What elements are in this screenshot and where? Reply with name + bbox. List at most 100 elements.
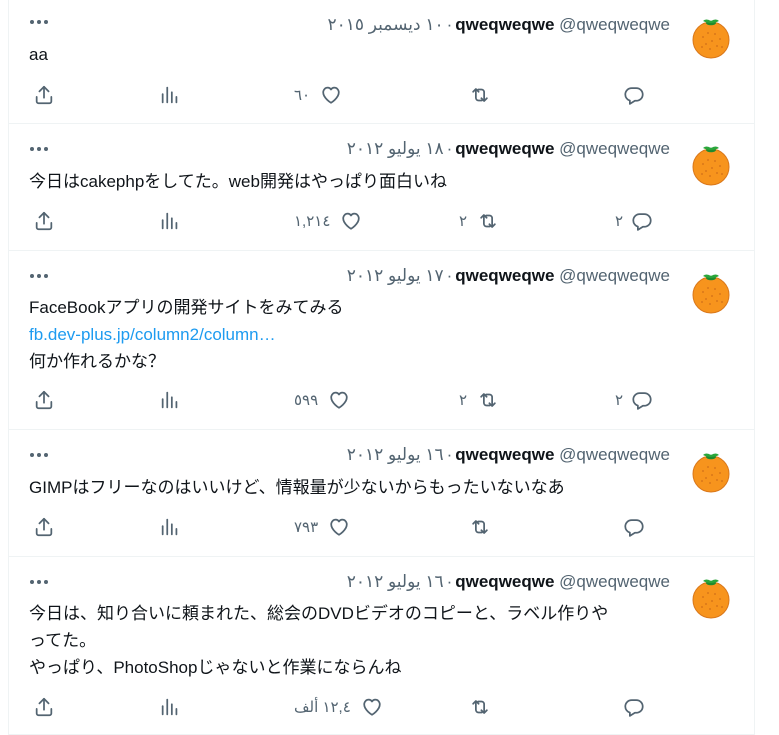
like-icon bbox=[361, 696, 383, 718]
author-handle[interactable]: @qweqweqwe bbox=[559, 15, 670, 34]
retweet-button[interactable] bbox=[459, 512, 491, 542]
tweet-card[interactable]: qweqweqwe @qweqweqwe ·١٨ يوليو ٢٠١٢ 今日はcak… bbox=[8, 124, 755, 251]
more-icon[interactable] bbox=[27, 445, 51, 465]
reply-button[interactable] bbox=[615, 692, 645, 722]
more-icon[interactable] bbox=[27, 12, 51, 32]
author-handle[interactable]: @qweqweqwe bbox=[559, 139, 670, 158]
author-handle[interactable]: @qweqweqwe bbox=[559, 266, 670, 285]
tweet-text: 今日はcakephpをしてた。web開発はやっぱり面白いね bbox=[29, 168, 670, 195]
reply-button[interactable]: ٢ bbox=[615, 385, 653, 415]
views-icon bbox=[159, 84, 181, 106]
tweet-actions: ٦٠ bbox=[9, 80, 754, 110]
tweet-card[interactable]: qweqweqwe @qweqweqwe·١٧ يوليو ٢٠١٢ FaceBo… bbox=[8, 251, 755, 430]
share-button[interactable] bbox=[33, 692, 55, 722]
retweet-button[interactable]: ٢ bbox=[459, 385, 499, 415]
tweet-text-line: 何か作れるかな？ bbox=[29, 352, 165, 371]
share-button[interactable] bbox=[33, 512, 55, 542]
share-icon bbox=[33, 389, 55, 411]
reply-icon bbox=[623, 696, 645, 718]
reply-icon bbox=[623, 516, 645, 538]
share-button[interactable] bbox=[33, 206, 55, 236]
tweet-text: GIMPはフリーなのはいいけど、情報量が少ないからもったいないなあ bbox=[29, 474, 670, 501]
tweet-card[interactable]: qweqweqwe @qweqweqwe ·١٠ ديسمبر ٢٠١٥ aa ٦٠ bbox=[8, 0, 755, 124]
tweet-text: FaceBookアプリの開発サイトをみてみる fb.dev-plus.jp/col… bbox=[29, 294, 670, 375]
separator-dot: · bbox=[446, 445, 453, 464]
tweet-text: 今日は、知り合いに頼まれた、総会のDVDビデオのコピーと、ラベル作りや ってた。や… bbox=[29, 600, 670, 681]
tweet-date[interactable]: ١٦ يوليو ٢٠١٢ bbox=[347, 572, 444, 591]
like-icon bbox=[340, 210, 362, 232]
share-button[interactable] bbox=[33, 385, 55, 415]
orange-avatar[interactable] bbox=[690, 577, 732, 619]
separator-dot: · bbox=[446, 266, 453, 285]
reply-button[interactable] bbox=[615, 512, 645, 542]
tweet-text-line: FaceBookアプリの開発サイトをみてみる bbox=[29, 298, 344, 317]
author-name[interactable]: qweqweqwe bbox=[455, 15, 554, 34]
like-button[interactable]: ٧٩٣ bbox=[294, 512, 350, 542]
retweet-button[interactable] bbox=[459, 80, 491, 110]
views-icon bbox=[159, 696, 181, 718]
tweet-link[interactable]: fb.dev-plus.jp/column2/column… bbox=[29, 321, 670, 348]
orange-avatar[interactable] bbox=[690, 451, 732, 493]
tweet-header: qweqweqwe @qweqweqwe ·١٦ يوليو ٢٠١٢ bbox=[347, 443, 670, 467]
retweet-count: ٢ bbox=[459, 213, 468, 230]
author-name[interactable]: qweqweqwe bbox=[455, 266, 554, 285]
views-button[interactable] bbox=[159, 80, 181, 110]
like-icon bbox=[320, 84, 342, 106]
tweet-date[interactable]: ١٦ يوليو ٢٠١٢ bbox=[347, 445, 444, 464]
views-button[interactable] bbox=[159, 206, 181, 236]
views-button[interactable] bbox=[159, 385, 181, 415]
tweet-text-line: aa bbox=[29, 45, 48, 64]
tweet-text: aa bbox=[29, 41, 670, 68]
retweet-icon bbox=[469, 84, 491, 106]
retweet-icon bbox=[477, 210, 499, 232]
author-handle[interactable]: @qweqweqwe bbox=[559, 445, 670, 464]
tweet-actions: ٧٩٣ bbox=[9, 512, 754, 542]
tweet-actions: ١٢,٤ ألف bbox=[9, 692, 754, 722]
share-icon bbox=[33, 696, 55, 718]
author-name[interactable]: qweqweqwe bbox=[455, 445, 554, 464]
author-name[interactable]: qweqweqwe bbox=[455, 572, 554, 591]
tweet-date[interactable]: ١٠ ديسمبر ٢٠١٥ bbox=[328, 15, 444, 34]
reply-button[interactable] bbox=[615, 80, 645, 110]
like-button[interactable]: ١,٢١٤ bbox=[294, 206, 362, 236]
tweet-actions: ١,٢١٤ ٢ ٢ bbox=[9, 206, 754, 236]
tweet-header: qweqweqwe @qweqweqwe ·١٨ يوليو ٢٠١٢ bbox=[347, 137, 670, 161]
more-icon[interactable] bbox=[27, 572, 51, 592]
tweet-card[interactable]: qweqweqwe @qweqweqwe ·١٦ يوليو ٢٠١٢ GIMPはフ… bbox=[8, 430, 755, 557]
share-icon bbox=[33, 516, 55, 538]
tweet-text-line: ってた。 bbox=[29, 631, 97, 650]
like-icon bbox=[328, 389, 350, 411]
reply-count: ٢ bbox=[615, 392, 624, 409]
tweet-text-line: 今日はcakephpをしてた。web開発はやっぱり面白いね bbox=[29, 172, 447, 191]
orange-avatar[interactable] bbox=[690, 272, 732, 314]
like-button[interactable]: ٦٠ bbox=[294, 80, 342, 110]
retweet-count: ٢ bbox=[459, 392, 468, 409]
author-handle[interactable]: @qweqweqwe bbox=[559, 572, 670, 591]
tweet-header: qweqweqwe @qweqweqwe ·١٠ ديسمبر ٢٠١٥ bbox=[328, 13, 670, 37]
tweet-date[interactable]: ١٨ يوليو ٢٠١٢ bbox=[347, 139, 444, 158]
retweet-button[interactable]: ٢ bbox=[459, 206, 499, 236]
reply-button[interactable]: ٢ bbox=[615, 206, 653, 236]
orange-avatar[interactable] bbox=[690, 17, 732, 59]
share-button[interactable] bbox=[33, 80, 55, 110]
like-button[interactable]: ٥٩٩ bbox=[294, 385, 350, 415]
tweet-timeline: qweqweqwe @qweqweqwe·١٠ ديسمبر ٢٠١٥ aa ٦٠ q… bbox=[8, 0, 755, 735]
tweet-card[interactable]: qweqweqwe @qweqweqwe ·١٦ يوليو ٢٠١٢ 今日は、知り… bbox=[8, 557, 755, 735]
tweet-date[interactable]: ١٧ يوليو ٢٠١٢ bbox=[347, 266, 444, 285]
like-count: ٥٩٩ bbox=[294, 392, 319, 409]
views-icon bbox=[159, 516, 181, 538]
tweet-header: qweqweqwe @qweqweqwe ·١٧ يوليو ٢٠١٢ bbox=[347, 264, 670, 288]
more-icon[interactable] bbox=[27, 266, 51, 286]
like-button[interactable]: ١٢,٤ ألف bbox=[294, 692, 383, 722]
retweet-button[interactable] bbox=[459, 692, 491, 722]
retweet-icon bbox=[469, 696, 491, 718]
separator-dot: · bbox=[446, 572, 453, 591]
author-name[interactable]: qweqweqwe bbox=[455, 139, 554, 158]
orange-avatar[interactable] bbox=[690, 144, 732, 186]
like-count: ٧٩٣ bbox=[294, 519, 319, 536]
views-button[interactable] bbox=[159, 512, 181, 542]
views-button[interactable] bbox=[159, 692, 181, 722]
reply-icon bbox=[631, 389, 653, 411]
more-icon[interactable] bbox=[27, 139, 51, 159]
tweet-header: qweqweqwe @qweqweqwe ·١٦ يوليو ٢٠١٢ bbox=[347, 570, 670, 594]
